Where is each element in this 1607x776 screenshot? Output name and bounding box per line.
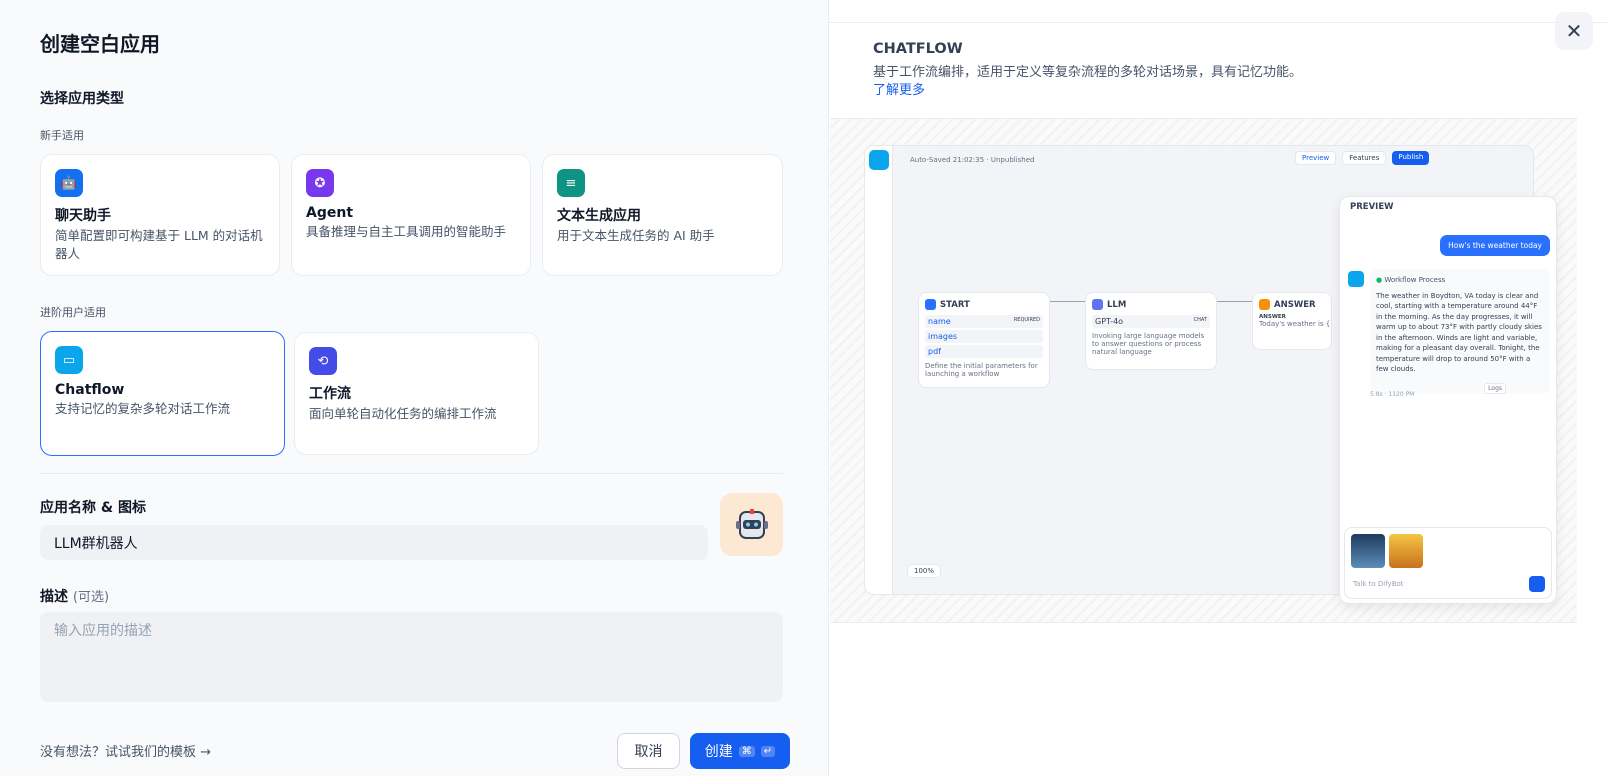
app-type-label: 选择应用类型 (40, 91, 124, 107)
card-desc: 用于文本生成任务的 AI 助手 (557, 228, 715, 243)
card-text-generation[interactable]: ≡ 文本生成应用 用于文本生成任务的 AI 助手 (542, 154, 783, 276)
mock-image-thumb (1351, 534, 1385, 568)
app-name-input[interactable]: LLM群机器人 (40, 525, 708, 560)
mock-answer-node: ANSWER ANSWER Today's weather is {{#...}… (1252, 292, 1332, 350)
mock-send-icon (1529, 576, 1545, 592)
robot-icon (735, 508, 768, 539)
learn-more-link[interactable]: 了解更多 (873, 83, 925, 98)
mock-autosave: Auto-Saved 21:02:35 · Unpublished (910, 156, 1035, 164)
mock-user-message: How's the weather today (1440, 235, 1550, 256)
agent-icon: ✪ (306, 169, 334, 197)
optional-tag: (可选) (72, 590, 110, 605)
card-desc: 具备推理与自主工具调用的智能助手 (306, 224, 507, 239)
mock-time: 5.8s · 1120 PM (1370, 391, 1415, 398)
card-title: 文本生成应用 (557, 208, 641, 224)
mock-toolbar: Preview Features Publish (1295, 151, 1430, 165)
header-line (829, 22, 1607, 23)
card-title: 聊天助手 (55, 208, 111, 224)
mock-llm-node: LLM GPT-4o CHAT Invoking large language m… (1085, 292, 1217, 370)
create-button[interactable]: 创建 ⌘ ↵ (690, 733, 790, 769)
mock-features-button: Features (1342, 151, 1387, 165)
card-chat-assistant[interactable]: 🤖 聊天助手 简单配置即可构建基于 LLM 的对话机器人 (40, 154, 280, 276)
create-app-panel: 创建空白应用 选择应用类型 新手适用 🤖 聊天助手 简单配置即可构建基于 LLM… (0, 0, 828, 776)
card-chatflow[interactable]: ▭ Chatflow 支持记忆的复杂多轮对话工作流 (40, 331, 285, 456)
name-icon-label: 应用名称 & 图标 (40, 500, 146, 516)
mock-chat-input: Talk to DifyBot (1344, 527, 1552, 599)
mock-edge (1050, 301, 1085, 302)
cmd-key-icon: ⌘ (738, 745, 755, 757)
card-title: 工作流 (309, 386, 351, 402)
mock-preview-panel: PREVIEW How's the weather today ● Workfl… (1339, 196, 1557, 604)
dialog-title: 创建空白应用 (40, 32, 160, 56)
mock-bot-icon (869, 150, 889, 170)
mock-zoom: 100% (907, 564, 942, 578)
info-title: CHATFLOW (873, 41, 963, 57)
card-workflow[interactable]: ⟲ 工作流 面向单轮自动化任务的编排工作流 (294, 332, 539, 455)
card-desc: 支持记忆的复杂多轮对话工作流 (55, 401, 231, 416)
mock-start-node: START name REQUIRED images pdf Define the… (918, 292, 1050, 388)
mock-preview-title: PREVIEW (1350, 202, 1394, 212)
mock-edge (1217, 301, 1252, 302)
chat-bot-icon: 🤖 (55, 169, 83, 197)
create-label: 创建 (704, 744, 733, 760)
card-title: Chatflow (55, 382, 125, 398)
mock-image-thumb (1389, 534, 1423, 568)
info-desc: 基于工作流编排，适用于定义等复杂流程的多轮对话场景，具有记忆功能。 了解更多 (873, 65, 1303, 98)
card-title: Agent (306, 205, 354, 221)
advanced-label: 进阶用户适用 (40, 306, 106, 319)
text-generation-icon: ≡ (557, 169, 585, 197)
beginner-label: 新手适用 (40, 129, 84, 142)
divider (40, 473, 783, 474)
workflow-icon: ⟲ (309, 347, 337, 375)
chatflow-icon: ▭ (55, 346, 83, 374)
description-textarea[interactable]: 输入应用的描述 (40, 612, 783, 702)
template-link[interactable]: 没有想法？试试我们的模板 → (40, 741, 211, 760)
mock-input-placeholder: Talk to DifyBot (1353, 580, 1404, 588)
mock-bot-avatar (1348, 271, 1364, 287)
mock-logs: Logs (1484, 383, 1506, 394)
mock-publish-button: Publish (1392, 151, 1430, 165)
mock-bot-reply: ● Workflow Process The weather in Boydto… (1370, 269, 1550, 394)
card-desc: 面向单轮自动化任务的编排工作流 (309, 406, 497, 421)
app-avatar[interactable] (720, 493, 783, 556)
close-button[interactable]: ✕ (1555, 12, 1593, 50)
desc-label: 描述 (可选) (40, 589, 110, 605)
card-desc: 简单配置即可构建基于 LLM 的对话机器人 (55, 228, 263, 261)
mock-preview-button: Preview (1295, 151, 1337, 165)
arrow-right-icon: → (200, 745, 212, 760)
card-agent[interactable]: ✪ Agent 具备推理与自主工具调用的智能助手 (291, 154, 531, 276)
enter-key-icon: ↵ (760, 745, 776, 757)
mock-sidebar (865, 146, 893, 594)
close-icon: ✕ (1565, 19, 1583, 43)
cancel-button[interactable]: 取消 (617, 733, 680, 769)
